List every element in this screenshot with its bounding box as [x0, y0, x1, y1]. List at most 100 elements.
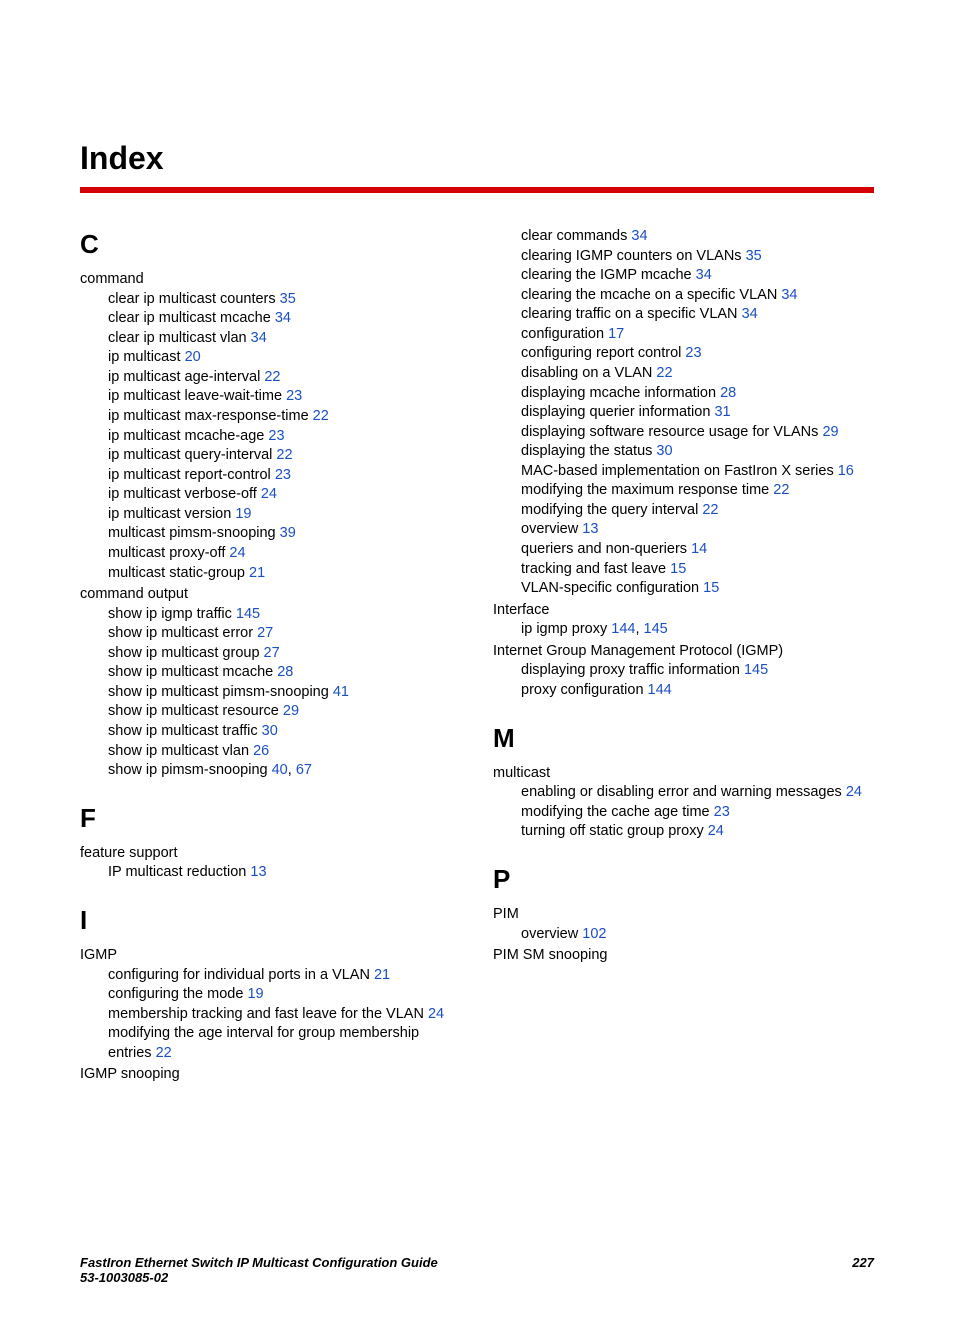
index-entry-text: ip multicast verbose-off: [108, 486, 261, 502]
index-subentry: clearing the mcache on a specific VLAN 3…: [493, 286, 874, 306]
page-reference-link[interactable]: 34: [631, 228, 647, 244]
index-subentry: IP multicast reduction 13: [80, 863, 461, 883]
page-reference-link[interactable]: 31: [714, 404, 730, 420]
index-subentry: show ip igmp traffic 145: [80, 605, 461, 625]
page-reference-link[interactable]: 67: [296, 762, 312, 778]
red-separator: [80, 187, 874, 193]
page-reference-link[interactable]: 35: [280, 291, 296, 307]
index-entry-text: ip multicast mcache-age: [108, 428, 268, 444]
index-subentry: displaying the status 30: [493, 442, 874, 462]
page-reference-link[interactable]: 29: [283, 703, 299, 719]
index-subentry: ip multicast leave-wait-time 23: [80, 387, 461, 407]
page-reference-link[interactable]: 145: [236, 606, 260, 622]
index-subentry: tracking and fast leave 15: [493, 560, 874, 580]
page-reference-link[interactable]: 102: [582, 926, 606, 942]
page-reference-link[interactable]: 28: [277, 664, 293, 680]
page-reference-link[interactable]: 22: [773, 482, 789, 498]
index-entry-text: overview: [521, 926, 582, 942]
index-subentry: multicast static-group 21: [80, 564, 461, 584]
index-subentry: modifying the age interval for group mem…: [80, 1024, 461, 1063]
index-subentry: show ip multicast resource 29: [80, 702, 461, 722]
page-reference-link[interactable]: 39: [280, 525, 296, 541]
index-subentry: membership tracking and fast leave for t…: [80, 1005, 461, 1025]
page-reference-link[interactable]: 30: [656, 443, 672, 459]
page-reference-link[interactable]: 17: [608, 326, 624, 342]
page-reference-link[interactable]: 145: [744, 662, 768, 678]
page-reference-link[interactable]: 34: [251, 330, 267, 346]
index-subentry: clear ip multicast counters 35: [80, 290, 461, 310]
index-term: IGMP snooping: [80, 1065, 461, 1085]
index-subentry: ip multicast max-response-time 22: [80, 407, 461, 427]
page-reference-link[interactable]: 15: [670, 561, 686, 577]
page-reference-link[interactable]: 16: [838, 463, 854, 479]
page-reference-link[interactable]: 23: [268, 428, 284, 444]
page-reference-link[interactable]: 145: [644, 621, 668, 637]
page-reference-link[interactable]: 14: [691, 541, 707, 557]
index-subentry: show ip multicast mcache 28: [80, 663, 461, 683]
page-reference-link[interactable]: 23: [685, 345, 701, 361]
page-reference-link[interactable]: 34: [275, 310, 291, 326]
page-reference-link[interactable]: 40: [272, 762, 288, 778]
index-entry-text: ip multicast query-interval: [108, 447, 276, 463]
page-reference-link[interactable]: 26: [253, 743, 269, 759]
page-reference-link[interactable]: 19: [235, 506, 251, 522]
page-reference-link[interactable]: 20: [185, 349, 201, 365]
page-reference-link[interactable]: 13: [250, 864, 266, 880]
page-reference-link[interactable]: 144: [648, 682, 672, 698]
page-reference-link[interactable]: 22: [276, 447, 292, 463]
index-entry-text: overview: [521, 521, 582, 537]
page-reference-link[interactable]: 41: [333, 684, 349, 700]
index-subentry: configuration 17: [493, 325, 874, 345]
page-reference-link[interactable]: 144: [611, 621, 635, 637]
page-reference-link[interactable]: 19: [247, 986, 263, 1002]
index-subentry: show ip multicast pimsm-snooping 41: [80, 683, 461, 703]
page-reference-link[interactable]: 24: [261, 486, 277, 502]
page-reference-link[interactable]: 29: [822, 424, 838, 440]
page-reference-link[interactable]: 21: [374, 967, 390, 983]
page-reference-link[interactable]: 24: [846, 784, 862, 800]
page-reference-link[interactable]: 22: [156, 1045, 172, 1061]
index-subentry: ip multicast mcache-age 23: [80, 427, 461, 447]
page-reference-link[interactable]: 21: [249, 565, 265, 581]
index-subentry: ip multicast version 19: [80, 505, 461, 525]
page-reference-link[interactable]: 23: [286, 388, 302, 404]
page-reference-link[interactable]: 15: [703, 580, 719, 596]
index-subentry: show ip multicast error 27: [80, 624, 461, 644]
index-entry-text: clear ip multicast mcache: [108, 310, 275, 326]
footer-doc-number: 53-1003085-02: [80, 1270, 438, 1285]
page-reference-link[interactable]: 24: [229, 545, 245, 561]
page-reference-link[interactable]: 24: [428, 1006, 444, 1022]
index-entry-text: modifying the query interval: [521, 502, 702, 518]
page-reference-link[interactable]: 23: [714, 804, 730, 820]
page-reference-link[interactable]: 22: [313, 408, 329, 424]
index-subentry: show ip multicast vlan 26: [80, 742, 461, 762]
page-reference-link[interactable]: 28: [720, 385, 736, 401]
index-subentry: clearing IGMP counters on VLANs 35: [493, 247, 874, 267]
index-entry-text: clearing traffic on a specific VLAN: [521, 306, 742, 322]
page-reference-link[interactable]: 34: [781, 287, 797, 303]
index-subentry: modifying the maximum response time 22: [493, 481, 874, 501]
page-reference-link[interactable]: 34: [742, 306, 758, 322]
index-subentry: ip igmp proxy 144, 145: [493, 620, 874, 640]
page-reference-link[interactable]: 22: [264, 369, 280, 385]
index-entry-text: proxy configuration: [521, 682, 648, 698]
page-reference-link[interactable]: 23: [275, 467, 291, 483]
index-title: Index: [80, 140, 874, 177]
index-entry-text: enabling or disabling error and warning …: [521, 784, 846, 800]
page-reference-link[interactable]: 13: [582, 521, 598, 537]
page-reference-link[interactable]: 27: [264, 645, 280, 661]
page-reference-link[interactable]: 22: [656, 365, 672, 381]
index-subentry: MAC-based implementation on FastIron X s…: [493, 462, 874, 482]
index-subentry: displaying querier information 31: [493, 403, 874, 423]
page-reference-link[interactable]: 24: [708, 823, 724, 839]
index-letter: I: [80, 903, 461, 938]
index-entry-text: VLAN-specific configuration: [521, 580, 703, 596]
index-subentry: clear ip multicast vlan 34: [80, 329, 461, 349]
index-entry-text: configuring the mode: [108, 986, 247, 1002]
page-reference-link[interactable]: 22: [702, 502, 718, 518]
page-reference-link[interactable]: 27: [257, 625, 273, 641]
index-entry-text: membership tracking and fast leave for t…: [108, 1006, 428, 1022]
page-reference-link[interactable]: 30: [262, 723, 278, 739]
page-reference-link[interactable]: 34: [696, 267, 712, 283]
page-reference-link[interactable]: 35: [746, 248, 762, 264]
